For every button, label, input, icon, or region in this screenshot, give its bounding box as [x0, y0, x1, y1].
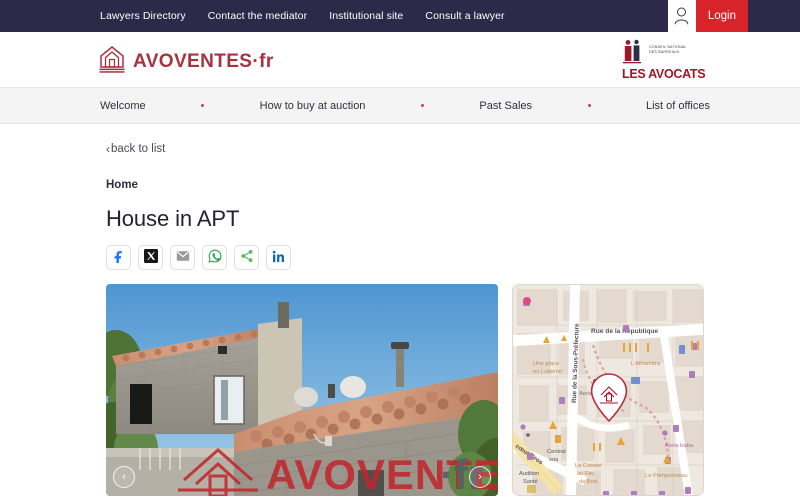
topbar-link-lawyers-directory[interactable]: Lawyers Directory [100, 10, 186, 22]
login-button[interactable]: Login [695, 0, 748, 32]
partner-logo-wordmark: LES AVOCATS [622, 67, 706, 81]
location-map[interactable]: Rue de la République Rue de la Sous-Préf… [512, 284, 704, 496]
x-twitter-icon [143, 249, 158, 266]
topbar-link-institutional-site[interactable]: Institutional site [329, 10, 403, 22]
nav-separator-dot [365, 104, 479, 107]
back-to-list-link[interactable]: ‹ back to list [106, 143, 165, 155]
svg-text:Audition: Audition [519, 471, 539, 477]
breadcrumb[interactable]: Home [106, 179, 710, 191]
facebook-icon [112, 250, 125, 266]
svg-text:en Luberon: en Luberon [533, 369, 562, 375]
share-email-button[interactable] [170, 245, 195, 270]
top-utility-links: Lawyers Directory Contact the mediator I… [100, 10, 505, 22]
svg-text:sou: sou [549, 457, 558, 463]
svg-text:Santé: Santé [523, 479, 538, 485]
svg-text:La Cuisine: La Cuisine [575, 463, 601, 469]
nav-item-list-of-offices[interactable]: List of offices [646, 100, 710, 112]
share-icon [240, 249, 254, 266]
share-buttons [106, 245, 710, 270]
brand-name: AVOVENTES·fr [133, 50, 274, 72]
account-area: Login [667, 0, 748, 32]
nav-separator-dot [146, 104, 260, 107]
top-utility-bar: Lawyers Directory Contact the mediator I… [0, 0, 800, 32]
topbar-link-consult-lawyer[interactable]: Consult a lawyer [425, 10, 504, 22]
share-x-button[interactable] [138, 245, 163, 270]
share-linkedin-button[interactable] [266, 245, 291, 270]
nav-item-past-sales[interactable]: Past Sales [479, 100, 532, 112]
back-to-list-label: back to list [111, 143, 166, 155]
main-navigation: Welcome How to buy at auction Past Sales… [0, 87, 800, 124]
house-gavel-logo-icon [98, 44, 126, 79]
media-row: AVOVENTES ·fr ‹ › [106, 284, 710, 496]
photo-prev-button[interactable]: ‹ [113, 466, 135, 488]
page-content: ‹ back to list Home House in APT AVOVENT… [0, 143, 800, 496]
whatsapp-icon [207, 249, 222, 266]
svg-text:de Bois: de Bois [579, 479, 598, 485]
svg-text:Anna baba: Anna baba [665, 443, 694, 449]
linkedin-icon [272, 250, 285, 266]
svg-text:Le Pamponneau: Le Pamponneau [645, 473, 688, 479]
topbar-link-contact-mediator[interactable]: Contact the mediator [208, 10, 307, 22]
chevron-left-icon: ‹ [106, 142, 110, 156]
nav-separator-dot [532, 104, 646, 107]
svg-text:Une glace: Une glace [533, 361, 559, 367]
user-icon[interactable] [667, 0, 696, 32]
property-photo[interactable]: AVOVENTES ·fr ‹ › [106, 284, 498, 496]
partner-logo-cnb[interactable]: CONSEIL NATIONAL DES BARREAUX LES AVOCAT… [620, 38, 706, 82]
partner-logo-text: CONSEIL NATIONAL DES BARREAUX [649, 38, 687, 56]
svg-text:Central: Central [547, 449, 566, 455]
brand-logo[interactable]: AVOVENTES·fr [98, 44, 274, 79]
email-icon [176, 249, 190, 266]
nav-item-welcome[interactable]: Welcome [100, 100, 146, 112]
share-facebook-button[interactable] [106, 245, 131, 270]
nav-item-how-to-buy-at-auction[interactable]: How to buy at auction [260, 100, 366, 112]
svg-text:au Feu: au Feu [577, 471, 594, 477]
share-whatsapp-button[interactable] [202, 245, 227, 270]
page-title: House in APT [106, 206, 240, 231]
share-generic-button[interactable] [234, 245, 259, 270]
logo-band: AVOVENTES·fr CONSEIL NATIONAL DES BARREA… [0, 32, 800, 87]
photo-next-button[interactable]: › [469, 466, 491, 488]
svg-text:L’Alhambra: L’Alhambra [631, 361, 661, 367]
partner-logo-line2: DES BARREAUX [649, 50, 680, 55]
